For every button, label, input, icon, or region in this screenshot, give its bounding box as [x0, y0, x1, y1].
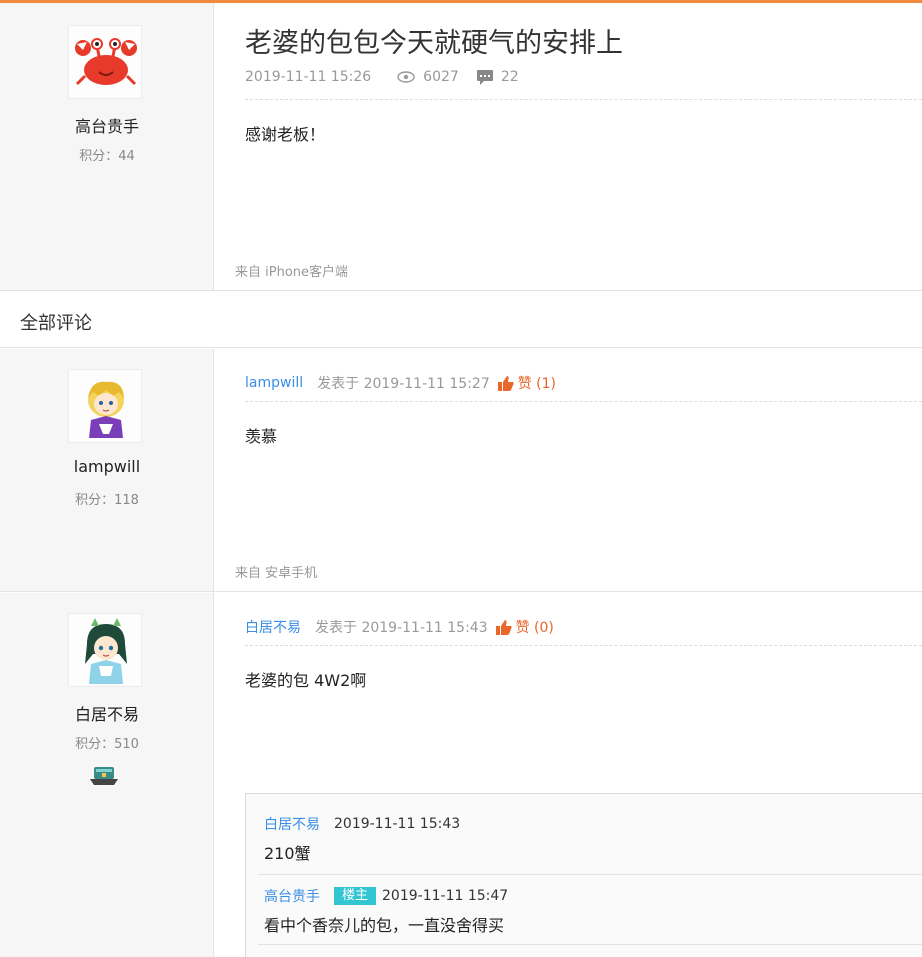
- original-post: 高台贵手 积分：44 老婆的包包今天就硬气的安排上 2019-11-11 15:…: [0, 3, 922, 291]
- thumbs-up-icon: [495, 619, 512, 635]
- like-count: 赞 (1): [517, 376, 557, 392]
- comment-content: 羡慕: [245, 427, 278, 446]
- comment-item: 白居不易 积分：510 白居不易 发表于 2019-11-11 15:43 赞 …: [0, 593, 922, 957]
- like-count: 赞 (0): [515, 620, 554, 636]
- comment-meta: lampwill 发表于 2019-11-11 15:27 赞 (1): [245, 373, 556, 393]
- reply-list: 白居不易 2019-11-11 15:43 210蟹 高台贵手 楼主 2019-…: [245, 793, 922, 957]
- post-source: 来自 iPhone客户端: [235, 265, 349, 280]
- post-meta: 2019-11-11 15:26 6027 22: [245, 69, 519, 85]
- comment-time: 发表于 2019-11-11 15:27: [317, 376, 490, 392]
- author-panel: 高台贵手 积分：44: [0, 3, 214, 290]
- comment-body: lampwill 发表于 2019-11-11 15:27 赞 (1) 羡慕 来…: [215, 349, 922, 591]
- green-hair-avatar[interactable]: [68, 613, 142, 687]
- comments-header-label: 全部评论: [20, 313, 92, 334]
- reply-time: 2019-11-11 15:43: [334, 816, 461, 832]
- comment-time: 发表于 2019-11-11 15:43: [315, 620, 488, 636]
- post-body: 老婆的包包今天就硬气的安排上 2019-11-11 15:26 6027 22 …: [215, 3, 922, 290]
- comment-author-panel: 白居不易 积分：510: [0, 593, 214, 957]
- hat-badge-icon: [90, 765, 118, 787]
- comment-author-panel: lampwill 积分：118: [0, 349, 214, 591]
- like-button[interactable]: 赞 (0): [495, 617, 554, 637]
- reply-item: 高台贵手 楼主 2019-11-11 15:47 看中个香奈儿的包，一直没舍得买: [264, 886, 922, 936]
- comment-item: lampwill 积分：118 lampwill 发表于 2019-11-11 …: [0, 349, 922, 592]
- comment-user-link[interactable]: 白居不易: [245, 617, 301, 637]
- comment-author-score: 积分：118: [75, 493, 139, 508]
- comment-author-name[interactable]: 白居不易: [0, 701, 214, 725]
- comment-author-score: 积分：510: [75, 737, 139, 752]
- post-date: 2019-11-11 15:26: [245, 69, 372, 85]
- comment-body: 白居不易 发表于 2019-11-11 15:43 赞 (0) 老婆的包 4W2…: [215, 593, 922, 957]
- crab-avatar[interactable]: [68, 25, 142, 99]
- comment-author-name[interactable]: lampwill: [0, 457, 214, 476]
- divider: [245, 401, 922, 402]
- owner-badge: 楼主: [334, 887, 377, 905]
- thumbs-up-icon: [497, 375, 514, 391]
- reply-item: 白居不易 2019-11-11 15:43 210蟹: [264, 814, 922, 864]
- comment-icon: [476, 69, 493, 85]
- reply-text: 210蟹: [264, 844, 311, 863]
- comments-header: 全部评论: [0, 291, 922, 348]
- divider: [245, 99, 922, 100]
- reply-text: 看中个香奈儿的包，一直没舍得买: [264, 916, 505, 935]
- comment-source: 来自 安卓手机: [235, 566, 318, 581]
- view-count: 6027: [423, 69, 459, 85]
- post-title: 老婆的包包今天就硬气的安排上: [245, 28, 623, 59]
- blonde-avatar[interactable]: [68, 369, 142, 443]
- like-button[interactable]: 赞 (1): [497, 373, 557, 393]
- comment-meta: 白居不易 发表于 2019-11-11 15:43 赞 (0): [245, 617, 554, 637]
- author-name[interactable]: 高台贵手: [0, 113, 214, 137]
- post-content: 感谢老板！: [245, 125, 326, 144]
- comment-user-link[interactable]: lampwill: [245, 375, 303, 391]
- reply-divider: [258, 874, 922, 875]
- reply-user-link[interactable]: 白居不易: [264, 814, 320, 834]
- comment-count: 22: [500, 69, 519, 85]
- reply-divider: [258, 944, 922, 945]
- reply-time: 2019-11-11 15:47: [382, 888, 509, 904]
- comment-content: 老婆的包 4W2啊: [245, 671, 367, 690]
- author-score: 积分：44: [79, 149, 135, 164]
- divider: [245, 645, 922, 646]
- reply-user-link[interactable]: 高台贵手: [264, 886, 320, 906]
- eye-icon: [397, 71, 415, 83]
